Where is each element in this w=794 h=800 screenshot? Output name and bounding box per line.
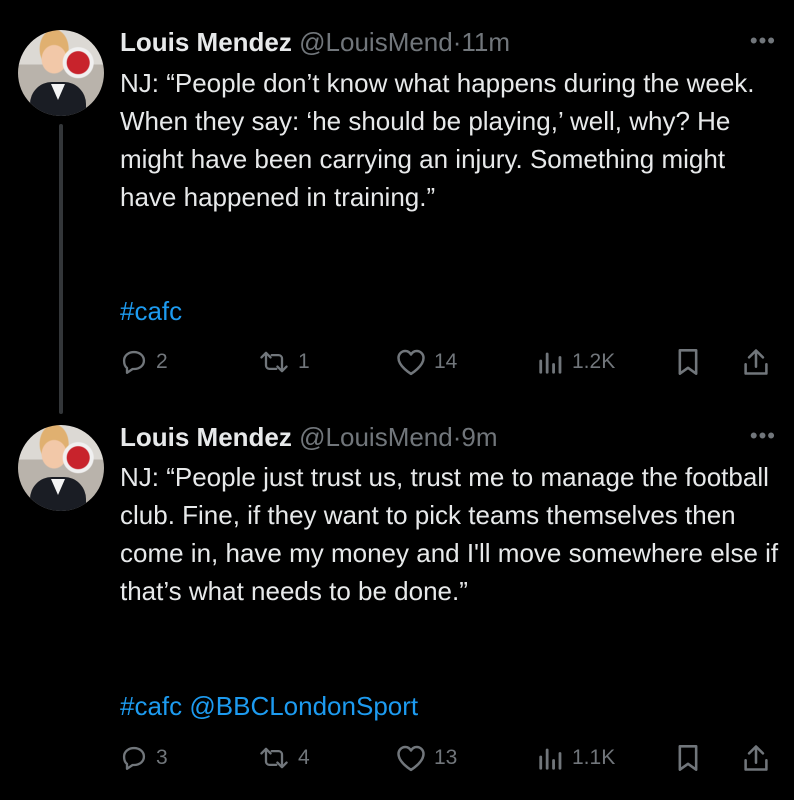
bookmark-icon: [678, 745, 698, 771]
like-button[interactable]: 14: [396, 342, 457, 382]
author-handle[interactable]: @LouisMend: [299, 422, 453, 452]
action-bar: 3 4 13 1.1K: [0, 738, 794, 778]
action-bar: 2 1 14 1.2K: [0, 342, 794, 382]
retweet-count: 1: [298, 350, 310, 373]
timestamp[interactable]: 9m: [461, 422, 497, 452]
tweet-text: NJ: “People just trust us, trust me to m…: [120, 462, 779, 606]
retweet-button[interactable]: 1: [258, 342, 310, 382]
hashtag-link[interactable]: #cafc: [120, 296, 182, 326]
tweet-header: Louis Mendez @LouisMend·9m: [120, 422, 498, 452]
tweet[interactable]: Louis Mendez @LouisMend·9m ••• NJ: “Peop…: [0, 400, 794, 800]
like-count: 13: [434, 746, 458, 769]
avatar[interactable]: [18, 30, 104, 116]
share-button[interactable]: [742, 738, 770, 778]
views-icon: [539, 748, 562, 770]
bookmark-button[interactable]: [676, 342, 700, 382]
reply-icon: [122, 746, 146, 770]
timestamp[interactable]: 11m: [461, 27, 510, 57]
reply-icon: [122, 350, 146, 374]
avatar[interactable]: [18, 425, 104, 511]
more-options-icon[interactable]: •••: [750, 423, 776, 449]
retweet-icon: [260, 351, 288, 373]
heart-icon: [397, 349, 425, 376]
tweet-text: NJ: “People don’t know what happens duri…: [120, 68, 755, 212]
like-count: 14: [434, 350, 458, 373]
tweet-header: Louis Mendez @LouisMend·11m: [120, 27, 510, 57]
like-button[interactable]: 13: [396, 738, 457, 778]
retweet-count: 4: [298, 746, 310, 769]
views-count: 1.1K: [572, 746, 616, 769]
views-button[interactable]: 1.2K: [538, 342, 615, 382]
retweet-icon: [260, 747, 288, 769]
share-button[interactable]: [742, 342, 770, 382]
bookmark-icon: [678, 349, 698, 375]
hashtag-link[interactable]: #cafc @BBCLondonSport: [120, 691, 418, 721]
views-button[interactable]: 1.1K: [538, 738, 615, 778]
share-icon: [744, 745, 768, 771]
share-icon: [744, 349, 768, 375]
tweet[interactable]: Louis Mendez @LouisMend·11m ••• NJ: “Peo…: [0, 0, 794, 414]
reply-count: 3: [156, 746, 168, 769]
author-name[interactable]: Louis Mendez: [120, 27, 292, 57]
reply-button[interactable]: 2: [120, 342, 168, 382]
reply-button[interactable]: 3: [120, 738, 168, 778]
reply-count: 2: [156, 350, 168, 373]
views-count: 1.2K: [572, 350, 616, 373]
retweet-button[interactable]: 4: [258, 738, 310, 778]
heart-icon: [397, 745, 425, 772]
views-icon: [539, 352, 562, 374]
author-name[interactable]: Louis Mendez: [120, 422, 292, 452]
author-handle[interactable]: @LouisMend: [299, 27, 453, 57]
more-options-icon[interactable]: •••: [750, 28, 776, 54]
bookmark-button[interactable]: [676, 738, 700, 778]
